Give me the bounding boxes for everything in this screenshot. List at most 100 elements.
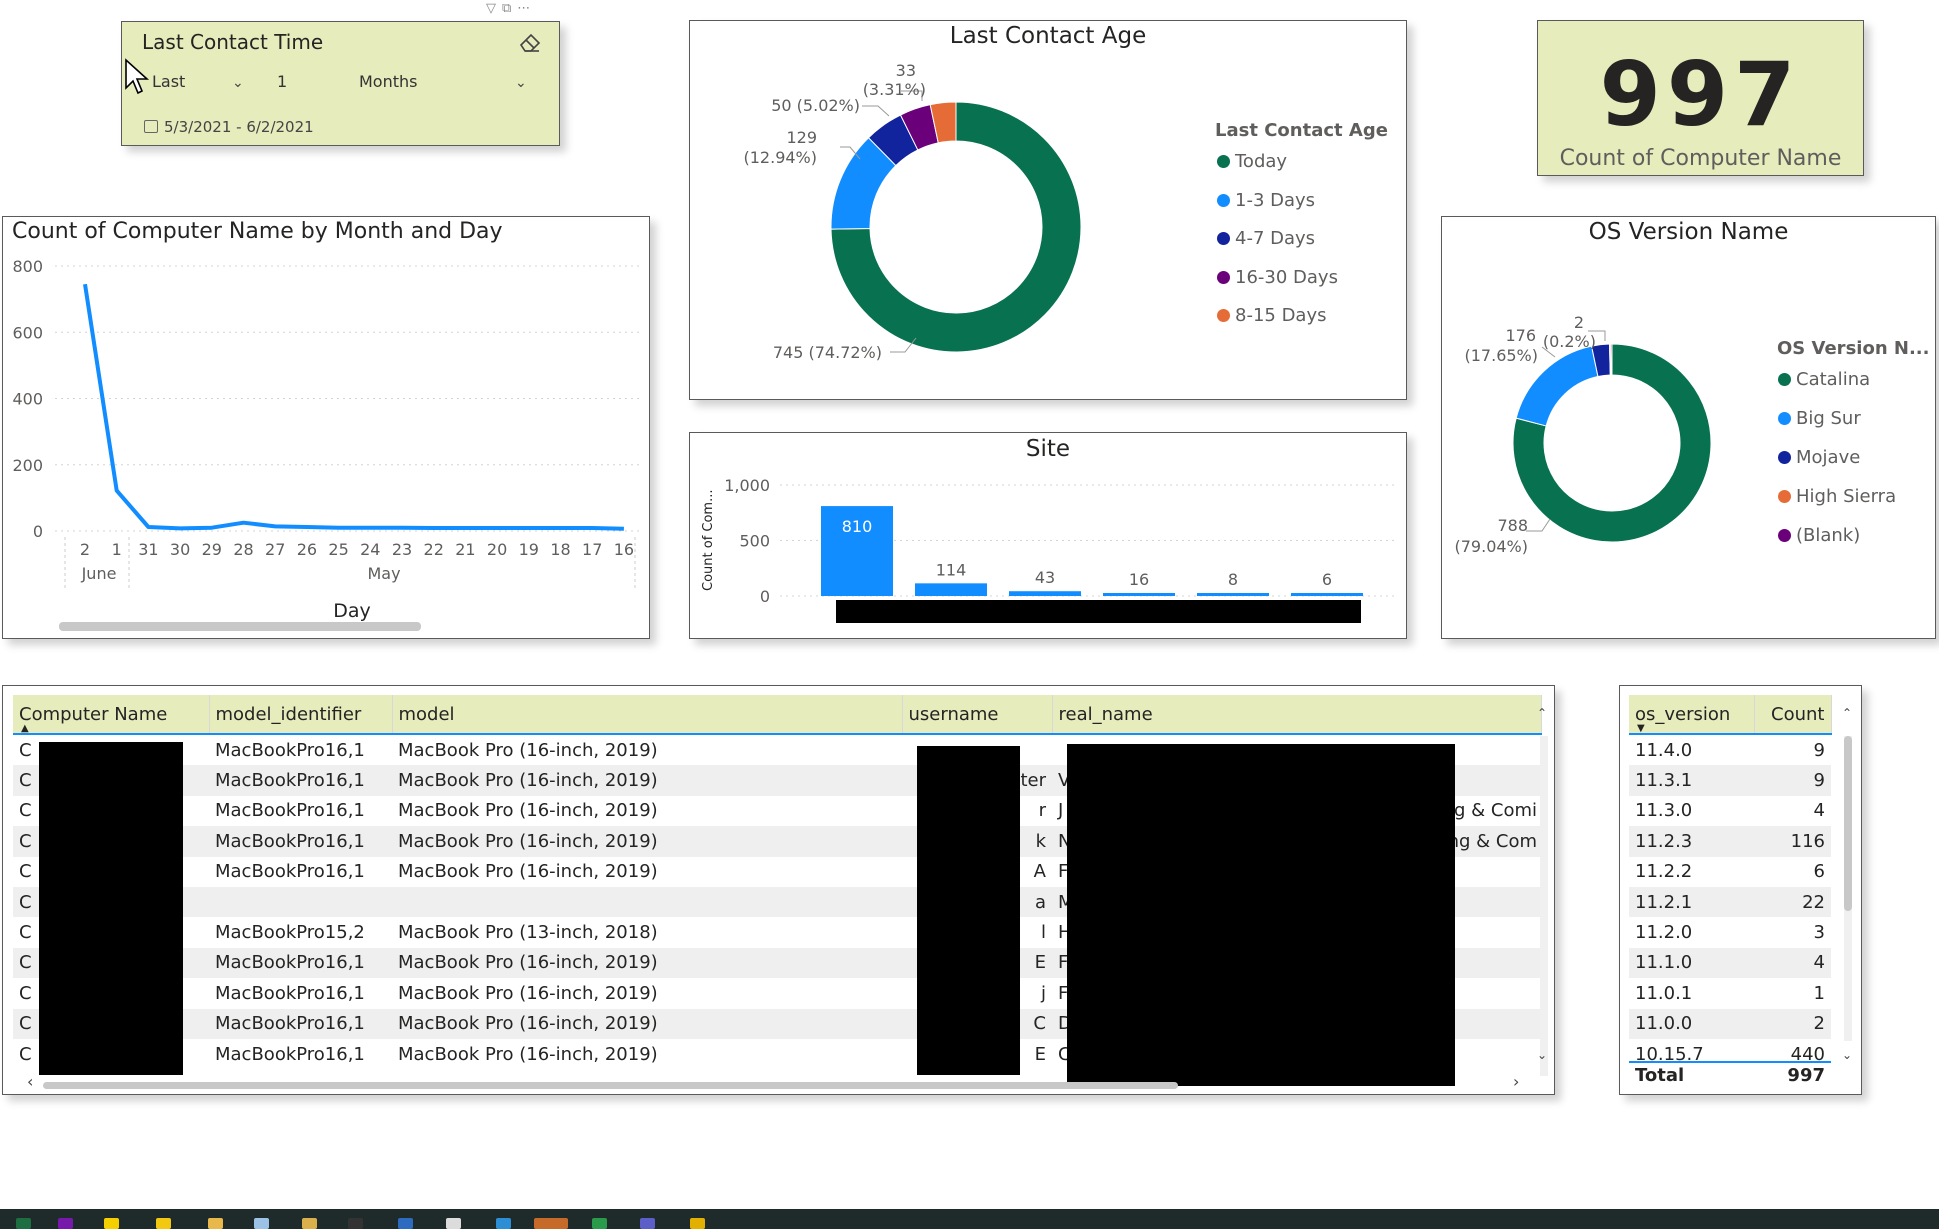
legend-item[interactable]: Big Sur — [1778, 408, 1861, 429]
relative-period-value: Last — [152, 72, 186, 91]
table-row[interactable]: 11.3.0 4 — [1629, 796, 1831, 826]
app-icon[interactable] — [592, 1218, 607, 1229]
table-row[interactable]: 11.4.0 9 — [1629, 734, 1831, 765]
column-header-count[interactable]: Count — [1754, 695, 1832, 735]
legend-item[interactable]: 4-7 Days — [1217, 228, 1315, 249]
x-tick-label: 24 — [360, 540, 380, 559]
header-label: Count — [1771, 703, 1825, 725]
teams-icon[interactable] — [640, 1218, 655, 1229]
chevron-down-icon[interactable]: ⌄ — [232, 75, 244, 91]
os-version-table-visual[interactable]: os_version ▼ Count 11.4.0 9 11.3.1 9 11.3.0 4 1… — [1619, 685, 1862, 1095]
legend-item[interactable]: Mojave — [1778, 447, 1860, 468]
legend-label: Mojave — [1796, 447, 1861, 468]
legend-item[interactable]: 8-15 Days — [1217, 305, 1327, 326]
legend-label: (Blank) — [1796, 525, 1861, 546]
scroll-down-icon[interactable]: ⌄ — [1842, 1048, 1852, 1062]
cell-os-version: 11.3.0 — [1635, 800, 1693, 822]
vertical-scroll-thumb[interactable] — [1844, 736, 1852, 911]
last-contact-time-slicer[interactable]: Last Contact Time Last ⌄ 1 Months ⌄ 5/3/… — [121, 21, 560, 146]
file-explorer-icon[interactable] — [208, 1218, 223, 1229]
legend-label: 1-3 Days — [1235, 189, 1316, 211]
onenote-icon[interactable] — [58, 1218, 73, 1229]
bar[interactable] — [915, 583, 987, 596]
site-bar-chart-visual[interactable]: Site Count of Com... 0 500 1,000 810 114 43 1… — [689, 432, 1407, 639]
legend-item[interactable]: 1-3 Days — [1217, 190, 1315, 211]
line-series — [83, 283, 624, 531]
chrome-icon[interactable] — [690, 1218, 705, 1229]
period-count-input[interactable]: 1 — [277, 72, 287, 91]
legend-item[interactable]: High Sierra — [1778, 486, 1896, 507]
x-tick-label: 20 — [487, 540, 507, 559]
filter-icon[interactable]: ▽ — [486, 1, 502, 16]
table-row[interactable]: 11.2.2 6 — [1629, 857, 1831, 887]
horizontal-scrollbar[interactable] — [43, 1082, 1178, 1089]
power-bi-icon[interactable] — [156, 1218, 171, 1229]
legend-label: 4-7 Days — [1235, 228, 1316, 249]
bar[interactable] — [1197, 593, 1269, 596]
legend-item[interactable]: 16-30 Days — [1217, 267, 1338, 288]
bar-data-label: 6 — [1322, 570, 1332, 589]
column-header-username[interactable]: username — [902, 695, 1053, 735]
chevron-down-icon[interactable]: ⌄ — [515, 75, 527, 91]
more-options-icon[interactable]: ⋯ — [517, 1, 536, 16]
folder-icon[interactable] — [302, 1218, 317, 1229]
x-tick-label: 26 — [297, 540, 317, 559]
column-header-computer-name[interactable]: Computer Name ▲ — [13, 695, 210, 735]
legend-item[interactable]: Today — [1217, 151, 1287, 172]
cell-model-identifier: MacBookPro16,1 — [215, 982, 365, 1004]
contact-age-donut-svg: 33 (3.31%) 50 (5.02%) 129 (12.94%) 745 (… — [744, 61, 1082, 362]
last-contact-age-visual[interactable]: Last Contact Age 33 (3.31%) 50 (5.02%) 1… — [689, 20, 1407, 400]
vertical-scrollbar[interactable] — [1540, 736, 1548, 1076]
scroll-left-icon[interactable]: ‹ — [27, 1072, 33, 1091]
bar[interactable] — [1291, 593, 1363, 596]
legend-item[interactable]: Catalina — [1778, 369, 1870, 390]
period-unit-select[interactable]: Months — [359, 72, 417, 91]
redacted-real-names — [1067, 744, 1455, 1086]
table-row[interactable]: 11.2.0 3 — [1629, 917, 1831, 947]
kpi-label: Count of Computer Name — [1559, 146, 1842, 171]
period-count-value: 1 — [277, 72, 288, 91]
column-header-os-version[interactable]: os_version ▼ — [1629, 695, 1755, 735]
excel-icon[interactable] — [16, 1218, 31, 1229]
table-row[interactable]: 11.0.1 1 — [1629, 978, 1831, 1008]
powershell-icon[interactable] — [398, 1218, 413, 1229]
scroll-right-icon[interactable]: › — [1513, 1072, 1519, 1091]
os-version-visual[interactable]: OS Version Name 2 (0.2%) 176 (17.65%) 78… — [1441, 216, 1936, 639]
table-row[interactable]: 11.2.1 22 — [1629, 886, 1831, 918]
table-row[interactable]: 11.3.1 9 — [1629, 765, 1831, 796]
legend-dot-icon — [1217, 309, 1230, 322]
column-header-model[interactable]: model — [392, 695, 903, 735]
active-app-icon[interactable] — [534, 1218, 568, 1229]
bar[interactable] — [1009, 591, 1081, 596]
document-icon[interactable] — [446, 1218, 461, 1229]
table-row[interactable]: 11.1.0 4 — [1629, 947, 1831, 979]
donut-slice-blank[interactable] — [1610, 343, 1613, 376]
eraser-icon[interactable] — [517, 30, 543, 58]
horizontal-scrollbar[interactable] — [59, 622, 421, 631]
cell-os-version: 11.2.2 — [1635, 861, 1693, 883]
column-header-real-name[interactable]: real_name — [1052, 695, 1542, 735]
y-tick-label: 600 — [12, 323, 43, 342]
vscode-icon[interactable] — [496, 1218, 511, 1229]
sort-asc-icon: ▲ — [21, 723, 29, 734]
cell-model: MacBook Pro (16-inch, 2019) — [398, 800, 658, 822]
paint-icon[interactable] — [254, 1218, 269, 1229]
cell-os-version: 11.0.0 — [1629, 1008, 1754, 1039]
table-row[interactable]: 11.2.3 116 — [1629, 826, 1831, 857]
sticky-notes-icon[interactable] — [104, 1218, 119, 1229]
table-row[interactable]: 11.0.0 2 — [1629, 1008, 1831, 1039]
line-chart-visual[interactable]: Count of Computer Name by Month and Day … — [2, 216, 650, 639]
relative-period-select[interactable]: Last — [152, 72, 185, 91]
scroll-up-icon[interactable]: ⌃ — [1537, 706, 1547, 720]
scroll-up-icon[interactable]: ⌃ — [1842, 706, 1852, 720]
terminal-icon[interactable] — [348, 1218, 363, 1229]
column-header-model-identifier[interactable]: model_identifier — [209, 695, 393, 735]
focus-mode-icon[interactable]: ⧉ — [502, 1, 517, 16]
bar[interactable] — [1103, 593, 1175, 596]
sort-desc-icon: ▼ — [1637, 723, 1645, 734]
redacted-category-labels — [836, 600, 1361, 623]
x-tick-label: 28 — [233, 540, 253, 559]
scroll-down-icon[interactable]: ⌄ — [1537, 1048, 1547, 1062]
computers-table-visual[interactable]: Computer Name ▲ model_identifier model us… — [2, 685, 1555, 1095]
legend-item[interactable]: (Blank) — [1778, 525, 1860, 546]
